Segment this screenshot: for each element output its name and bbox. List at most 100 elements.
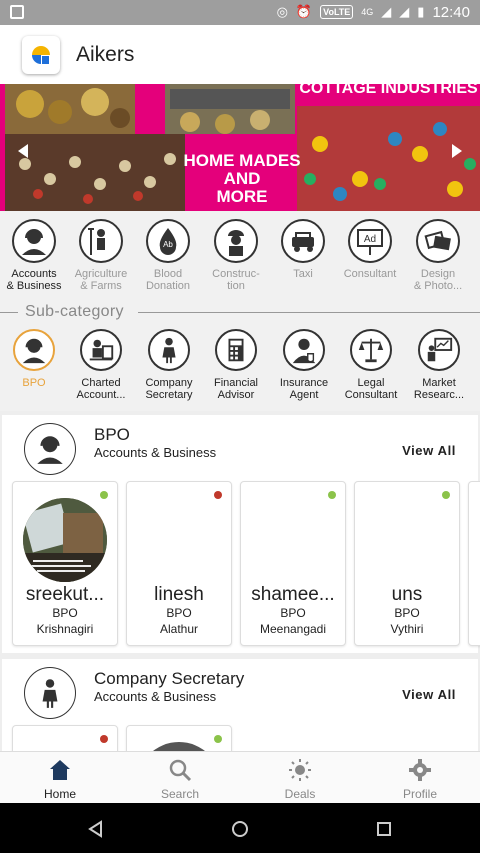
section-header: Company Secretary Accounts & Business Vi…	[2, 659, 478, 721]
promo-banner[interactable]: COTTAGE INDUSTRIES HOME MADES AND MORE	[0, 84, 480, 211]
headset-icon	[13, 329, 55, 371]
banner-prev-icon[interactable]	[18, 144, 28, 158]
category-taxi[interactable]: Taxi	[270, 219, 336, 280]
subcategory-label: Insurance Agent	[279, 377, 329, 401]
gallery-notification-icon	[10, 5, 24, 19]
subcategory-charted-accountant[interactable]: Charted Account...	[66, 329, 136, 401]
agent-icon	[283, 329, 325, 371]
alarm-icon: ⏰	[295, 4, 313, 19]
back-icon[interactable]	[87, 820, 105, 838]
nav-profile[interactable]: Profile	[360, 752, 480, 804]
subcategory-financial-advisor[interactable]: Financial Advisor	[201, 329, 271, 401]
provider-photo	[137, 742, 221, 751]
subcategory-market-research[interactable]: Market Researc...	[404, 329, 474, 401]
farmer-icon	[79, 219, 123, 263]
category-agriculture-farms[interactable]: Agriculture & Farms	[68, 219, 134, 292]
subcategory-legal-consultant[interactable]: Legal Consultant	[336, 329, 406, 401]
clock: 12:40	[432, 3, 470, 21]
provider-name: shamee...	[251, 584, 335, 605]
provider-name: sreekut...	[25, 584, 105, 605]
nav-deals[interactable]: Deals	[240, 752, 360, 804]
banner-next-icon[interactable]	[452, 144, 462, 158]
provider-card[interactable]: shamee... BPO Meenangadi	[240, 481, 346, 646]
app-bar: Aikers	[0, 25, 480, 84]
provider-name: uns	[391, 584, 423, 605]
status-bar: ◎ ⏰ VoLTE 4G ◢ ◢ ▮ 12:40	[0, 0, 480, 25]
signal-2-icon: ◢	[399, 4, 410, 19]
category-label: Taxi	[293, 268, 313, 280]
nav-label: Search	[160, 787, 200, 801]
subcategory-label: Company Secretary	[145, 377, 193, 401]
billboard-icon: Ad	[348, 219, 392, 263]
category-label: Construc-tion	[212, 268, 260, 292]
category-design-photo[interactable]: Design & Photo...	[405, 219, 471, 292]
section-subtitle: Accounts & Business	[94, 689, 217, 704]
battery-icon: ▮	[417, 4, 425, 19]
view-all-button[interactable]: View All	[402, 687, 456, 702]
provider-card-list[interactable]: sreekut... BPO Krishnagiri linesh BPO Al…	[12, 481, 480, 651]
content-area: BPO Accounts & Business View All sreekut…	[0, 411, 480, 751]
signal-icon: ◢	[381, 4, 392, 19]
nav-label: Home	[43, 787, 76, 801]
provider-category: BPO	[166, 606, 192, 620]
provider-category: BPO	[52, 606, 78, 620]
secretary-icon	[24, 667, 76, 719]
worker-icon	[214, 219, 258, 263]
svg-text:Ab: Ab	[163, 240, 173, 249]
category-strip: Accounts & Business Agriculture & Farms Ab…	[0, 211, 480, 301]
category-accounts-business[interactable]: Accounts & Business	[1, 219, 67, 292]
nav-search[interactable]: Search	[120, 752, 240, 804]
nav-label: Profile	[402, 787, 437, 801]
category-blood-donation[interactable]: Ab Blood Donation	[135, 219, 201, 292]
provider-category: BPO	[280, 606, 306, 620]
svg-text:Ad: Ad	[364, 234, 376, 245]
headset-icon	[12, 219, 56, 263]
system-navigation-bar	[0, 803, 480, 853]
subcategory-label: Legal Consultant	[344, 377, 398, 401]
provider-location: Alathur	[159, 622, 199, 636]
subcategory-insurance-agent[interactable]: Insurance Agent	[269, 329, 339, 401]
provider-card[interactable]: linesh BPO Alathur	[126, 481, 232, 646]
category-label: Blood Donation	[145, 268, 191, 292]
headset-icon	[24, 423, 76, 475]
nav-label: Deals	[284, 787, 316, 801]
provider-card[interactable]	[126, 725, 232, 751]
category-label: Agriculture & Farms	[74, 268, 128, 292]
subcategory-label: BPO	[22, 377, 46, 389]
provider-card-list[interactable]	[12, 725, 480, 751]
provider-card[interactable]: uns BPO Vythiri	[354, 481, 460, 646]
banner-line-2: AND	[223, 169, 261, 188]
subcategory-bpo[interactable]: BPO	[0, 329, 69, 389]
nav-home[interactable]: Home	[0, 752, 120, 804]
bottom-navigation: Home Search Deals Profile	[0, 751, 480, 803]
banner-heading-center: HOME MADES AND MORE	[182, 152, 302, 206]
provider-card[interactable]: sreekut... BPO Krishnagiri	[12, 481, 118, 646]
subcategory-label: Charted Account...	[76, 377, 126, 401]
network-label: 4G	[361, 7, 374, 17]
category-label: Consultant	[343, 268, 397, 280]
subcategory-strip: BPO Charted Account... Company Secretary F…	[0, 323, 480, 411]
status-dot	[442, 491, 450, 499]
provider-photo	[23, 498, 107, 582]
view-all-button[interactable]: View All	[402, 443, 456, 458]
category-label: Design & Photo...	[413, 268, 463, 292]
blood-drop-icon: Ab	[146, 219, 190, 263]
home-button-icon[interactable]	[231, 820, 249, 838]
section-company-secretary: Company Secretary Accounts & Business Vi…	[2, 659, 478, 751]
status-dot	[214, 735, 222, 743]
section-subtitle: Accounts & Business	[94, 445, 217, 460]
provider-card[interactable]	[12, 725, 118, 751]
category-construction[interactable]: Construc-tion	[203, 219, 269, 292]
subcategory-company-secretary[interactable]: Company Secretary	[134, 329, 204, 401]
section-title: Company Secretary	[94, 669, 245, 688]
status-dot	[100, 735, 108, 743]
provider-card-partial[interactable]	[468, 481, 480, 646]
secretary-icon	[148, 329, 190, 371]
photos-icon	[416, 219, 460, 263]
gear-icon	[409, 759, 431, 781]
banner-heading-right: COTTAGE INDUSTRIES	[299, 84, 478, 97]
category-consultant[interactable]: Ad Consultant	[337, 219, 403, 280]
recents-icon[interactable]	[375, 820, 393, 838]
home-icon	[50, 760, 70, 780]
section-header: BPO Accounts & Business View All	[2, 415, 478, 477]
